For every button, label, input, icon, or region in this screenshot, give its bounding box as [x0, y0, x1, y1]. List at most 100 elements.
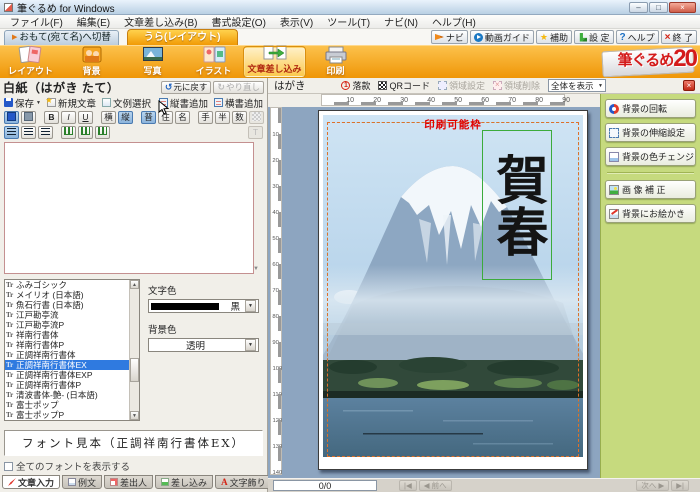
next-record-button[interactable]: 次へ ▶	[636, 480, 669, 491]
maximize-button[interactable]: □	[649, 2, 668, 13]
bold-button[interactable]: B	[44, 111, 59, 124]
undo-button[interactable]: ↺元に戻す	[161, 81, 212, 94]
align-right-button[interactable]	[38, 126, 53, 139]
align-center-button[interactable]	[21, 126, 36, 139]
textbox-horizontal-button[interactable]	[21, 111, 36, 124]
print-icon	[322, 45, 350, 64]
char-spacing-normal-button[interactable]	[78, 126, 93, 139]
greeting-text[interactable]: 賀春	[483, 131, 551, 279]
assist-button[interactable]: ★補助	[536, 30, 572, 44]
settings-button[interactable]: 設 定	[574, 30, 614, 44]
bg-color-select[interactable]: 透明 ▼	[148, 338, 259, 352]
navi-button[interactable]: ナビ	[431, 30, 468, 44]
panel-close-button[interactable]: ×	[683, 80, 695, 91]
ribbon-print[interactable]: 印刷	[305, 46, 366, 78]
add-vertical-text-button[interactable]: 縦書追加	[159, 96, 208, 110]
vertical-writing-button[interactable]: 縦	[118, 111, 133, 124]
prev-record-button[interactable]: ◀ 前へ	[419, 480, 452, 491]
tab-text-input[interactable]: 文章入力	[2, 475, 60, 489]
normal-text-button[interactable]: 普	[141, 111, 156, 124]
example-select-button[interactable]: 文例選択	[102, 96, 151, 110]
ribbon-photo[interactable]: 写真	[122, 46, 183, 78]
text-direction-button[interactable]: T	[248, 126, 263, 139]
char-spacing-wide-button[interactable]	[95, 126, 110, 139]
show-all-fonts-checkbox[interactable]	[4, 462, 13, 471]
tab-back-layout[interactable]: うら(レイアウト)	[127, 29, 238, 45]
char-spacing-narrow-button[interactable]	[61, 126, 76, 139]
menu-view[interactable]: 表示(V)	[273, 14, 320, 29]
greeting-text-box[interactable]: 賀春	[482, 130, 552, 280]
textbox-vertical-button[interactable]	[4, 111, 19, 124]
bg-rotate-button[interactable]: 背景の回転	[605, 99, 696, 118]
redo-button[interactable]: ↻やり直し	[213, 81, 264, 94]
background-photo[interactable]: 印刷可能枠 賀春	[323, 115, 583, 457]
canvas-viewport[interactable]: 10 20 30 40 50 60 70 80 90 100 110 120	[268, 107, 600, 478]
close-button[interactable]: ×	[669, 2, 696, 13]
handwriting-button[interactable]: 手	[198, 111, 213, 124]
text-color-dropdown-icon[interactable]: ▼	[245, 300, 256, 312]
text-color-select[interactable]: 黒 ▼	[148, 299, 259, 313]
text-input[interactable]	[4, 142, 254, 274]
textarea-scroll-down-icon[interactable]: ▼	[253, 266, 259, 272]
new-text-button[interactable]: 新規文章	[47, 96, 96, 110]
zoom-mode-value: 全体を表示	[551, 80, 596, 92]
area-settings-button[interactable]: 領域設定	[438, 79, 485, 92]
underline-button[interactable]: U	[78, 111, 93, 124]
font-color-section: Trふみゴシック Trメイリオ (日本語) Tr魚石行書 (日本語) Tr江戸勘…	[4, 279, 263, 421]
grid-button[interactable]	[249, 111, 264, 124]
zoom-mode-select[interactable]: 全体を表示▼	[548, 79, 606, 92]
font-list[interactable]: Trふみゴシック Trメイリオ (日本語) Tr魚石行書 (日本語) Tr江戸勘…	[4, 279, 140, 421]
prev-nav-group: |◀ ◀ 前へ	[399, 480, 452, 491]
scroll-thumb[interactable]	[130, 358, 139, 382]
menu-file[interactable]: ファイル(F)	[3, 14, 70, 29]
align-left-button[interactable]	[4, 126, 19, 139]
stretch-icon	[609, 128, 619, 138]
menu-tools[interactable]: ツール(T)	[320, 14, 377, 29]
first-record-button[interactable]: |◀	[399, 480, 417, 491]
menu-help[interactable]: ヘルプ(H)	[425, 14, 483, 29]
stamp-button[interactable]: 1落款	[341, 79, 370, 92]
add-horizontal-text-button[interactable]: 横書追加	[214, 96, 263, 110]
star-icon: ★	[540, 33, 548, 42]
scroll-down-icon[interactable]: ▼	[130, 411, 139, 420]
last-record-button[interactable]: ▶|	[671, 480, 689, 491]
scroll-up-icon[interactable]: ▲	[130, 280, 139, 289]
bg-color-dropdown-icon[interactable]: ▼	[245, 339, 256, 351]
horizontal-writing-button[interactable]: 横	[101, 111, 116, 124]
tab-examples[interactable]: 例文	[62, 475, 102, 489]
ribbon-layout[interactable]: レイアウト	[0, 46, 61, 78]
font-item[interactable]: Tr富士ポップP	[5, 410, 129, 420]
menu-textmerge[interactable]: 文章差し込み(B)	[117, 14, 204, 29]
menu-edit[interactable]: 編集(E)	[70, 14, 117, 29]
halfwidth-button[interactable]: 半	[215, 111, 230, 124]
save-button[interactable]: 保存▼	[4, 96, 41, 110]
address-text-button[interactable]: 住	[158, 111, 173, 124]
postcard[interactable]: 印刷可能枠 賀春	[318, 110, 588, 470]
bg-color-change-button[interactable]: 背景の色チェンジ	[605, 147, 696, 166]
ribbon-illust[interactable]: イラスト	[183, 46, 244, 78]
ribbon-background[interactable]: 背景	[61, 46, 122, 78]
area-delete-button[interactable]: 領域削除	[493, 79, 540, 92]
name-text-button[interactable]: 名	[175, 111, 190, 124]
menu-navi[interactable]: ナビ(N)	[377, 14, 425, 29]
undo-icon: ↺	[165, 83, 173, 92]
minimize-button[interactable]: –	[629, 2, 648, 13]
exit-button[interactable]: ×終 了	[661, 30, 697, 44]
ribbon-text-merge[interactable]: 文章差し込み	[244, 47, 305, 77]
bg-paint-button[interactable]: 背景にお絵かき	[605, 204, 696, 223]
image-correction-button[interactable]: 画 像 補 正	[605, 180, 696, 199]
truetype-icon: Tr	[6, 351, 14, 359]
help-button[interactable]: ?ヘルプ	[616, 30, 659, 44]
number-button[interactable]: 数	[232, 111, 247, 124]
italic-button[interactable]: I	[61, 111, 76, 124]
tab-text-decoration[interactable]: A文字飾り	[215, 475, 272, 489]
video-guide-button[interactable]: 動画ガイド	[470, 30, 534, 44]
font-list-scrollbar[interactable]: ▲ ▼	[129, 280, 139, 420]
tab-merge[interactable]: 差し込み	[155, 475, 213, 489]
menu-format[interactable]: 書式設定(O)	[204, 14, 272, 29]
save-dropdown-icon[interactable]: ▼	[36, 100, 41, 106]
bg-stretch-button[interactable]: 背景の伸縮設定	[605, 123, 696, 142]
qrcode-button[interactable]: QRコード	[378, 79, 430, 92]
tab-front-address[interactable]: ▶おもて(宛て名)へ切替	[4, 30, 119, 45]
tab-sender[interactable]: 差出人	[104, 475, 153, 489]
